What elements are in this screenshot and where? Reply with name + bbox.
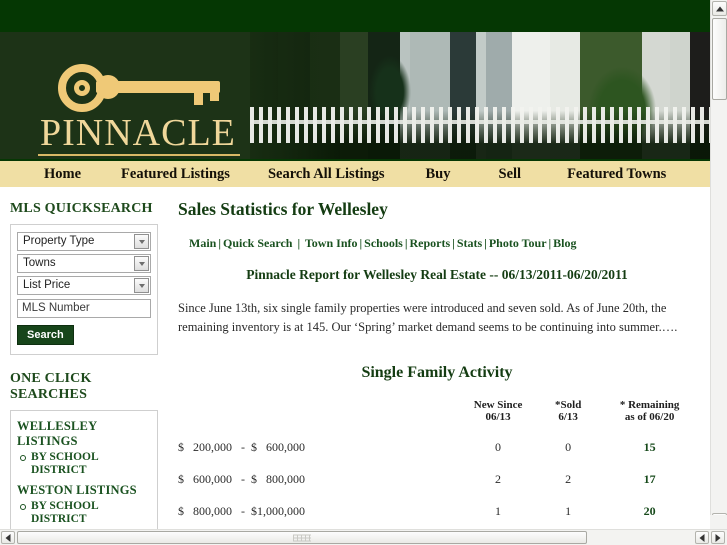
section-subnav: Main | Quick Search | Town Info | Schools | Re… bbox=[189, 236, 696, 251]
main-navigation: Home Featured Listings Search All Listin… bbox=[0, 159, 710, 187]
search-button[interactable]: Search bbox=[17, 324, 74, 345]
single-family-activity-title: Single Family Activity bbox=[361, 363, 513, 381]
nav-home[interactable]: Home bbox=[44, 166, 81, 183]
scrollbar-corner bbox=[710, 515, 727, 529]
nav-buy[interactable]: Buy bbox=[426, 166, 451, 183]
logo-wordmark: PINNACLE bbox=[40, 112, 236, 154]
cell-price-range: $ 200,000 - $ 600,000 bbox=[178, 440, 305, 455]
subnav-photo-tour[interactable]: Photo Tour bbox=[489, 236, 547, 250]
subnav-separator: | bbox=[218, 236, 221, 250]
link-wellesley-listings[interactable]: WELLESLEY LISTINGS bbox=[17, 419, 151, 449]
site-header-banner: PINNACLE RESIDENTIAL PROPERTIES GLOBAL R… bbox=[0, 32, 710, 159]
link-weston-listings[interactable]: WESTON LISTINGS bbox=[17, 483, 151, 498]
subnav-town-info[interactable]: Town Info bbox=[305, 236, 358, 250]
link-weston-by-school-district[interactable]: BY SCHOOL DISTRICT bbox=[20, 500, 151, 526]
cell-price-range: $ 600,000 - $ 800,000 bbox=[178, 472, 305, 487]
table-row: $ 600,000 - $ 800,000 2 2 17 bbox=[178, 465, 696, 497]
main-content: Sales Statistics for Wellesley Main | Quic… bbox=[170, 187, 710, 529]
subnav-blog[interactable]: Blog bbox=[553, 236, 576, 250]
horizontal-scrollbar[interactable] bbox=[0, 529, 727, 545]
nav-featured-listings[interactable]: Featured Listings bbox=[121, 166, 230, 183]
scroll-right-button[interactable] bbox=[711, 531, 725, 544]
list-price-select[interactable]: List Price bbox=[17, 276, 151, 295]
col-new-since: New Since 06/13 bbox=[463, 398, 533, 433]
cell-new: 0 bbox=[495, 440, 502, 455]
link-wellesley-by-school-district[interactable]: BY SCHOOL DISTRICT bbox=[20, 451, 151, 477]
report-date-line: Pinnacle Report for Wellesley Real Estat… bbox=[246, 267, 628, 282]
page-title: Sales Statistics for Wellesley bbox=[178, 199, 388, 219]
subnav-reports[interactable]: Reports bbox=[410, 236, 451, 250]
one-click-searches-heading: ONE CLICK SEARCHES bbox=[10, 371, 170, 403]
table-row: $ 800,000 - $1,000,000 1 1 20 bbox=[178, 497, 696, 529]
site-logo[interactable]: PINNACLE RESIDENTIAL PROPERTIES bbox=[36, 62, 246, 159]
table-body: $ 200,000 - $ 600,000 0 0 15 $ 600,000 -… bbox=[178, 433, 696, 529]
cell-sold: 0 bbox=[565, 440, 572, 455]
one-click-heading-line2: SEARCHES bbox=[10, 386, 88, 402]
one-click-heading-line1: ONE CLICK bbox=[10, 370, 92, 386]
col-remaining-line2: as of 06/20 bbox=[624, 411, 675, 424]
chevron-down-icon[interactable] bbox=[134, 256, 149, 271]
mls-number-input[interactable] bbox=[17, 298, 151, 318]
towns-value: Towns bbox=[23, 257, 56, 269]
scroll-thumb-grip bbox=[293, 534, 311, 541]
logo-divider bbox=[38, 154, 240, 156]
col-price-range bbox=[178, 398, 463, 433]
vertical-scrollbar[interactable] bbox=[710, 0, 727, 529]
scroll-left-button-right[interactable] bbox=[695, 531, 709, 544]
picket-fence-graphic bbox=[250, 107, 710, 143]
subnav-separator: | bbox=[404, 236, 408, 250]
col-sold-line2: 6/13 bbox=[558, 411, 578, 424]
cell-remaining: 20 bbox=[643, 504, 656, 519]
property-type-value: Property Type bbox=[23, 235, 95, 247]
chevron-down-icon[interactable] bbox=[134, 278, 149, 293]
cell-new: 2 bbox=[495, 472, 502, 487]
subnav-separator: | bbox=[452, 236, 455, 250]
cell-sold: 1 bbox=[565, 504, 572, 519]
scroll-left-button[interactable] bbox=[1, 531, 15, 544]
subnav-separator: | bbox=[294, 236, 301, 250]
col-new-since-line2: 06/13 bbox=[485, 411, 511, 424]
subnav-separator: | bbox=[484, 236, 487, 250]
table-row: $ 200,000 - $ 600,000 0 0 15 bbox=[178, 433, 696, 465]
scroll-up-button[interactable] bbox=[712, 1, 727, 16]
cell-new: 1 bbox=[495, 504, 502, 519]
list-price-value: List Price bbox=[23, 279, 71, 291]
table-header-row: New Since 06/13 *Sold 6/13 * Remaining a… bbox=[178, 398, 696, 433]
fence-rail-graphic bbox=[250, 120, 710, 124]
table-header: New Since 06/13 *Sold 6/13 * Remaining a… bbox=[178, 398, 696, 433]
col-remaining: * Remaining as of 06/20 bbox=[603, 398, 696, 433]
horizontal-scroll-thumb[interactable] bbox=[17, 531, 587, 544]
nav-featured-towns[interactable]: Featured Towns bbox=[567, 166, 666, 183]
nav-sell[interactable]: Sell bbox=[499, 166, 522, 183]
chevron-down-icon[interactable] bbox=[134, 234, 149, 249]
header-top-band bbox=[0, 0, 710, 32]
subnav-quick-search[interactable]: Quick Search bbox=[223, 236, 292, 250]
intro-paragraph: Since June 13th, six single family prope… bbox=[178, 301, 678, 335]
cell-sold: 2 bbox=[565, 472, 572, 487]
mls-quicksearch-heading: MLS QUICKSEARCH bbox=[10, 201, 153, 216]
col-sold: *Sold 6/13 bbox=[533, 398, 603, 433]
subnav-main[interactable]: Main bbox=[189, 236, 216, 250]
sidebar: MLS QUICKSEARCH Property Type Towns List… bbox=[0, 187, 170, 529]
page-body: MLS QUICKSEARCH Property Type Towns List… bbox=[0, 187, 710, 529]
col-sold-line1: *Sold bbox=[555, 398, 582, 411]
cell-remaining: 17 bbox=[643, 472, 656, 487]
nav-search-all-listings[interactable]: Search All Listings bbox=[268, 166, 385, 183]
cell-price-range: $ 800,000 - $1,000,000 bbox=[178, 504, 305, 519]
one-click-links-panel: WELLESLEY LISTINGS BY SCHOOL DISTRICT WE… bbox=[10, 409, 158, 529]
subnav-schools[interactable]: Schools bbox=[364, 236, 403, 250]
col-remaining-line1: * Remaining bbox=[619, 398, 680, 411]
single-family-activity-table: New Since 06/13 *Sold 6/13 * Remaining a… bbox=[178, 398, 696, 529]
col-new-since-line1: New Since bbox=[473, 398, 523, 411]
cell-remaining: 15 bbox=[643, 440, 656, 455]
property-type-select[interactable]: Property Type bbox=[17, 232, 151, 251]
vertical-scroll-thumb[interactable] bbox=[712, 18, 727, 100]
key-icon bbox=[36, 62, 246, 112]
browser-viewport: PINNACLE RESIDENTIAL PROPERTIES GLOBAL R… bbox=[0, 0, 710, 529]
mls-quicksearch-panel: Property Type Towns List Price Search bbox=[10, 224, 158, 355]
subnav-stats[interactable]: Stats bbox=[457, 236, 482, 250]
towns-select[interactable]: Towns bbox=[17, 254, 151, 273]
